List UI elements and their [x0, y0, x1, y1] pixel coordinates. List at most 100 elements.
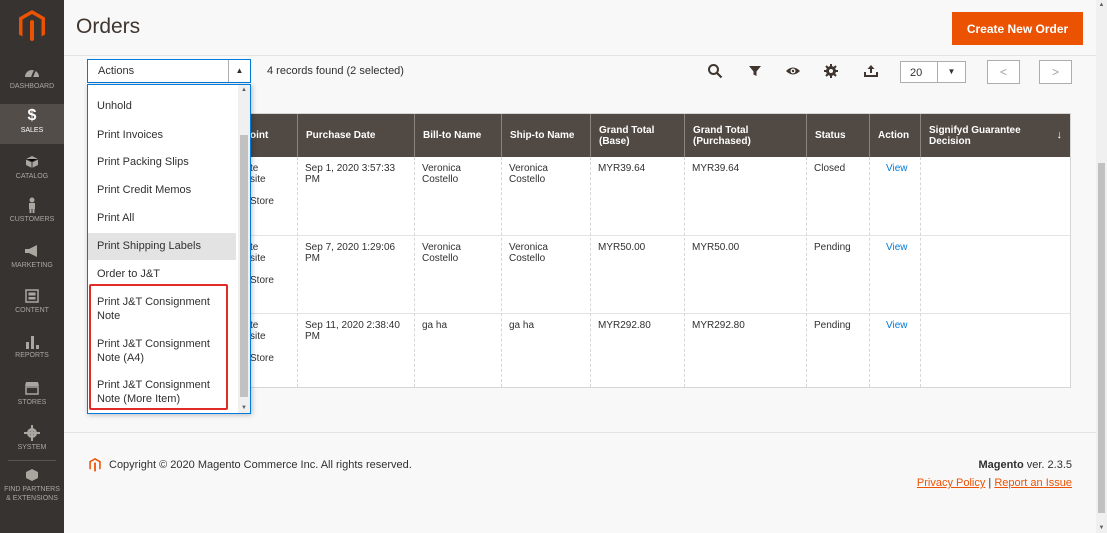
nav-content[interactable]: CONTENT [0, 288, 64, 316]
column-label: Signifyd Guarantee Decision [929, 124, 1021, 147]
view-link[interactable]: View [878, 242, 908, 253]
page-scrollbar[interactable]: ▲ ▼ [1096, 0, 1107, 533]
column-divider [684, 157, 685, 387]
admin-sidebar: DASHBOARD $ SALES CATALOG CUSTOMERS MARK… [0, 0, 64, 533]
nav-label: SYSTEM [17, 444, 47, 451]
menu-item-print-all[interactable]: Print All [88, 211, 236, 227]
gear-icon[interactable] [823, 63, 839, 79]
nav-customers[interactable]: CUSTOMERS [0, 197, 64, 225]
caret-down-icon: ▼ [937, 62, 965, 82]
privacy-policy-link[interactable]: Privacy Policy [917, 477, 985, 489]
menu-scrollbar[interactable]: ▲ ▼ [238, 85, 250, 413]
menu-item-print-packing-slips[interactable]: Print Packing Slips [88, 155, 236, 171]
header-divider [64, 55, 1107, 56]
nav-label-2: & EXTENSIONS [6, 495, 58, 502]
scroll-up-icon[interactable]: ▲ [1096, 2, 1107, 8]
chevron-left-icon: < [999, 65, 1007, 79]
nav-reports[interactable]: REPORTS [0, 333, 64, 361]
page-title: Orders [76, 15, 141, 38]
nav-label: CUSTOMERS [9, 216, 55, 223]
sort-arrow-icon: ↓ [1056, 129, 1063, 141]
megaphone-icon [25, 245, 37, 257]
nav-find-partners[interactable]: FIND PARTNERS & EXTENSIONS [0, 467, 64, 507]
grand-total-base-cell: MYR39.64 [598, 163, 646, 174]
nav-label: REPORTS [15, 352, 49, 359]
menu-item-print-invoices[interactable]: Print Invoices [88, 128, 236, 144]
copyright-text: Copyright © 2020 Magento Commerce Inc. A… [109, 459, 412, 471]
sidebar-divider [8, 460, 56, 461]
actions-label: Actions [98, 65, 135, 77]
filter-icon[interactable] [747, 63, 763, 79]
menu-item-unhold[interactable]: Unhold [88, 99, 236, 115]
column-divider [414, 157, 415, 387]
nav-label: STORES [17, 399, 47, 406]
view-link[interactable]: View [878, 163, 908, 174]
column-divider [869, 157, 870, 387]
scroll-down-icon[interactable]: ▼ [238, 405, 250, 411]
gear-icon [24, 425, 40, 441]
grand-total-purchased-cell: MYR50.00 [692, 242, 740, 253]
grand-total-purchased-cell: MYR292.80 [692, 320, 745, 331]
scrollbar-thumb[interactable] [240, 135, 248, 397]
nav-dashboard[interactable]: DASHBOARD [0, 64, 64, 92]
search-icon[interactable] [707, 63, 723, 79]
nav-system[interactable]: SYSTEM [0, 425, 64, 453]
column-grand-total-base[interactable]: Grand Total (Base) [590, 114, 684, 157]
nav-stores[interactable]: STORES [0, 380, 64, 408]
column-signifyd-decision[interactable]: Signifyd Guarantee Decision ↓ [920, 114, 1070, 157]
grand-total-base-cell: MYR50.00 [598, 242, 646, 253]
ship-to-cell: Veronica Costello [509, 242, 548, 264]
store-icon [25, 382, 39, 395]
magento-logo-icon [89, 458, 101, 472]
nav-sales[interactable]: $ SALES [0, 104, 64, 144]
create-new-order-button[interactable]: Create New Order [952, 12, 1083, 45]
column-purchase-date[interactable]: Purchase Date [297, 114, 414, 157]
grand-total-purchased-cell: MYR39.64 [692, 163, 740, 174]
footer-divider [64, 432, 1107, 433]
view-link[interactable]: View [878, 320, 908, 331]
per-page-select[interactable]: 20 ▼ [900, 61, 966, 83]
content-icon [25, 289, 39, 303]
bar-chart-icon [26, 336, 39, 349]
menu-item-print-shipping-labels[interactable]: Print Shipping Labels [88, 233, 236, 260]
dollar-icon: $ [27, 107, 37, 124]
magento-logo-icon[interactable] [16, 8, 48, 44]
chevron-right-icon: > [1051, 65, 1059, 79]
menu-item-order-to-jt[interactable]: Order to J&T [88, 267, 236, 283]
column-ship-to-name[interactable]: Ship-to Name [501, 114, 590, 157]
export-icon[interactable] [863, 63, 879, 79]
purchase-date-cell: Sep 11, 2020 2:38:40 PM [305, 320, 400, 342]
eye-icon[interactable] [785, 63, 801, 79]
brand-name: Magento [978, 459, 1024, 471]
column-bill-to-name[interactable]: Bill-to Name [414, 114, 501, 157]
previous-page-button[interactable]: < [987, 60, 1020, 84]
dashboard-icon [25, 69, 39, 78]
nav-label: CATALOG [15, 173, 49, 180]
scroll-down-icon[interactable]: ▼ [1096, 525, 1107, 531]
report-issue-link[interactable]: Report an Issue [994, 477, 1072, 489]
menu-item-print-credit-memos[interactable]: Print Credit Memos [88, 183, 236, 199]
status-cell: Pending [814, 320, 851, 331]
per-page-value: 20 [910, 67, 923, 79]
nav-label: CONTENT [15, 307, 49, 314]
actions-dropdown[interactable]: Actions ▲ [87, 59, 251, 83]
page-scrollbar-thumb[interactable] [1098, 163, 1105, 513]
nav-catalog[interactable]: CATALOG [0, 154, 64, 182]
link-separator: | [985, 477, 995, 489]
cube-icon [25, 156, 39, 168]
nav-label: FIND PARTNERS [4, 486, 60, 493]
column-divider [590, 157, 591, 387]
column-status[interactable]: Status [806, 114, 869, 157]
grand-total-base-cell: MYR292.80 [598, 320, 651, 331]
column-grand-total-purchased[interactable]: Grand Total (Purchased) [684, 114, 806, 157]
next-page-button[interactable]: > [1039, 60, 1072, 84]
partners-icon [26, 469, 38, 481]
column-divider [806, 157, 807, 387]
version-text: Magento ver. 2.3.5 [978, 459, 1072, 471]
caret-up-icon: ▲ [228, 60, 250, 82]
column-action[interactable]: Action [869, 114, 920, 157]
scroll-up-icon[interactable]: ▲ [238, 87, 250, 93]
nav-label: SALES [20, 127, 44, 134]
nav-marketing[interactable]: MARKETING [0, 243, 64, 271]
records-count: 4 records found (2 selected) [267, 65, 404, 77]
